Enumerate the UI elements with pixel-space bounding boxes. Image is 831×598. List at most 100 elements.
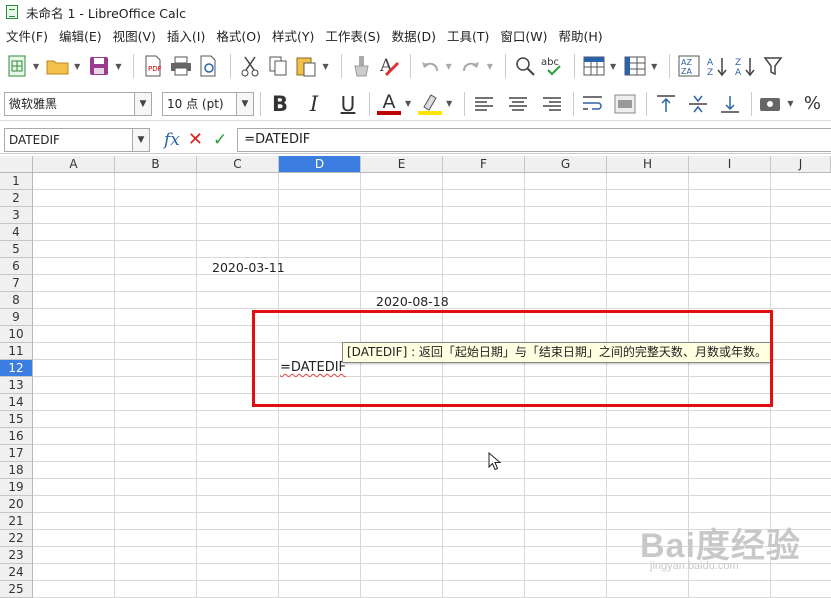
print-preview-icon[interactable] bbox=[196, 52, 222, 80]
row-header-13[interactable]: 13 bbox=[0, 377, 33, 394]
align-left-icon[interactable] bbox=[471, 90, 497, 118]
spreadsheet-grid[interactable]: A B C D E F G H I J 1 2 3 4 5 6 7 8 9 10… bbox=[0, 156, 831, 598]
sort-descending-icon[interactable]: ZA bbox=[732, 52, 758, 80]
row-header-21[interactable]: 21 bbox=[0, 513, 33, 530]
row-header-7[interactable]: 7 bbox=[0, 275, 33, 292]
column-header-f[interactable]: F bbox=[443, 156, 525, 173]
open-dropdown-icon[interactable]: ▼ bbox=[74, 62, 80, 71]
highlighting-color-icon[interactable] bbox=[417, 90, 443, 118]
menu-data[interactable]: 数据(D) bbox=[390, 26, 442, 45]
menu-styles[interactable]: 样式(Y) bbox=[270, 26, 320, 45]
wrap-text-icon[interactable] bbox=[580, 90, 606, 118]
row-header-14[interactable]: 14 bbox=[0, 394, 33, 411]
row-header-5[interactable]: 5 bbox=[0, 241, 33, 258]
font-color-dropdown-icon[interactable]: ▼ bbox=[405, 99, 411, 108]
column-icon[interactable] bbox=[622, 52, 648, 80]
cell-c6[interactable]: 2020-03-11 bbox=[212, 259, 285, 276]
row-header-2[interactable]: 2 bbox=[0, 190, 33, 207]
function-wizard-icon[interactable]: fx bbox=[164, 130, 180, 150]
row-header-8[interactable]: 8 bbox=[0, 292, 33, 309]
copy-icon[interactable] bbox=[265, 52, 291, 80]
open-folder-icon[interactable] bbox=[45, 52, 71, 80]
row-header-18[interactable]: 18 bbox=[0, 462, 33, 479]
spelling-icon[interactable]: abc bbox=[540, 52, 566, 80]
paste-dropdown-icon[interactable]: ▼ bbox=[322, 62, 328, 71]
font-color-button[interactable]: A bbox=[376, 90, 402, 118]
clear-formatting-icon[interactable]: A bbox=[376, 52, 402, 80]
column-header-j[interactable]: J bbox=[771, 156, 831, 173]
underline-button[interactable]: U bbox=[335, 90, 361, 118]
chevron-down-icon[interactable]: ▼ bbox=[236, 92, 253, 115]
menu-insert[interactable]: 插入(I) bbox=[165, 26, 211, 45]
sort-icon[interactable]: AZ ZA bbox=[676, 52, 702, 80]
bold-button[interactable]: B bbox=[267, 90, 293, 118]
new-dropdown-icon[interactable]: ▼ bbox=[33, 62, 39, 71]
row-header-11[interactable]: 11 bbox=[0, 343, 33, 360]
column-header-a[interactable]: A bbox=[33, 156, 115, 173]
new-spreadsheet-icon[interactable] bbox=[4, 52, 30, 80]
menu-format[interactable]: 格式(O) bbox=[214, 26, 267, 45]
italic-button[interactable]: I bbox=[301, 90, 327, 118]
name-box[interactable]: DATEDIF ▼ bbox=[4, 127, 150, 152]
column-dropdown-icon[interactable]: ▼ bbox=[651, 62, 657, 71]
cancel-icon[interactable]: ✕ bbox=[188, 129, 203, 150]
row-header-3[interactable]: 3 bbox=[0, 207, 33, 224]
column-header-i[interactable]: I bbox=[689, 156, 771, 173]
cell-e8[interactable]: 2020-08-18 bbox=[376, 293, 449, 310]
chevron-down-icon[interactable]: ▼ bbox=[134, 92, 151, 115]
row-header-19[interactable]: 19 bbox=[0, 479, 33, 496]
redo-icon[interactable] bbox=[458, 52, 484, 80]
column-header-d[interactable]: D bbox=[279, 156, 361, 173]
column-header-h[interactable]: H bbox=[607, 156, 689, 173]
menu-window[interactable]: 窗口(W) bbox=[498, 26, 553, 45]
menu-sheet[interactable]: 工作表(S) bbox=[323, 26, 386, 45]
sort-ascending-icon[interactable]: AZ bbox=[704, 52, 730, 80]
center-vertically-icon[interactable] bbox=[685, 90, 711, 118]
row-header-25[interactable]: 25 bbox=[0, 581, 33, 598]
align-top-icon[interactable] bbox=[653, 90, 679, 118]
number-format-currency-icon[interactable] bbox=[758, 90, 784, 118]
column-header-g[interactable]: G bbox=[525, 156, 607, 173]
merge-cells-icon[interactable] bbox=[612, 90, 638, 118]
currency-dropdown-icon[interactable]: ▼ bbox=[787, 99, 793, 108]
clone-formatting-icon[interactable] bbox=[348, 52, 374, 80]
row-header-4[interactable]: 4 bbox=[0, 224, 33, 241]
find-replace-icon[interactable] bbox=[512, 52, 538, 80]
row-header-20[interactable]: 20 bbox=[0, 496, 33, 513]
row-header-15[interactable]: 15 bbox=[0, 411, 33, 428]
menu-edit[interactable]: 编辑(E) bbox=[57, 26, 108, 45]
menu-view[interactable]: 视图(V) bbox=[111, 26, 162, 45]
row-header-6[interactable]: 6 bbox=[0, 258, 33, 275]
row-header-22[interactable]: 22 bbox=[0, 530, 33, 547]
row-dropdown-icon[interactable]: ▼ bbox=[610, 62, 616, 71]
font-name-combo[interactable]: 微软雅黑 ▼ bbox=[4, 91, 152, 116]
export-pdf-icon[interactable]: PDF bbox=[140, 52, 166, 80]
font-size-combo[interactable]: 10 点 (pt) ▼ bbox=[162, 91, 254, 116]
save-dropdown-icon[interactable]: ▼ bbox=[115, 62, 121, 71]
undo-icon[interactable] bbox=[417, 52, 443, 80]
number-format-percent-icon[interactable]: % bbox=[799, 90, 825, 118]
align-center-icon[interactable] bbox=[505, 90, 531, 118]
chevron-down-icon[interactable]: ▼ bbox=[132, 128, 149, 151]
row-header-24[interactable]: 24 bbox=[0, 564, 33, 581]
row-header-23[interactable]: 23 bbox=[0, 547, 33, 564]
menu-tools[interactable]: 工具(T) bbox=[445, 26, 495, 45]
row-header-12[interactable]: 12 bbox=[0, 360, 33, 377]
autofilter-icon[interactable] bbox=[760, 52, 786, 80]
print-icon[interactable] bbox=[168, 52, 194, 80]
select-all-corner[interactable] bbox=[0, 156, 33, 173]
row-header-16[interactable]: 16 bbox=[0, 428, 33, 445]
column-header-e[interactable]: E bbox=[361, 156, 443, 173]
formula-input[interactable]: =DATEDIF bbox=[237, 127, 831, 152]
menu-help[interactable]: 帮助(H) bbox=[556, 26, 608, 45]
menu-file[interactable]: 文件(F) bbox=[4, 26, 54, 45]
row-icon[interactable] bbox=[581, 52, 607, 80]
row-header-10[interactable]: 10 bbox=[0, 326, 33, 343]
redo-dropdown-icon[interactable]: ▼ bbox=[487, 62, 493, 71]
align-bottom-icon[interactable] bbox=[717, 90, 743, 118]
column-header-c[interactable]: C bbox=[197, 156, 279, 173]
save-icon[interactable] bbox=[86, 52, 112, 80]
align-right-icon[interactable] bbox=[539, 90, 565, 118]
row-header-1[interactable]: 1 bbox=[0, 173, 33, 190]
row-header-9[interactable]: 9 bbox=[0, 309, 33, 326]
